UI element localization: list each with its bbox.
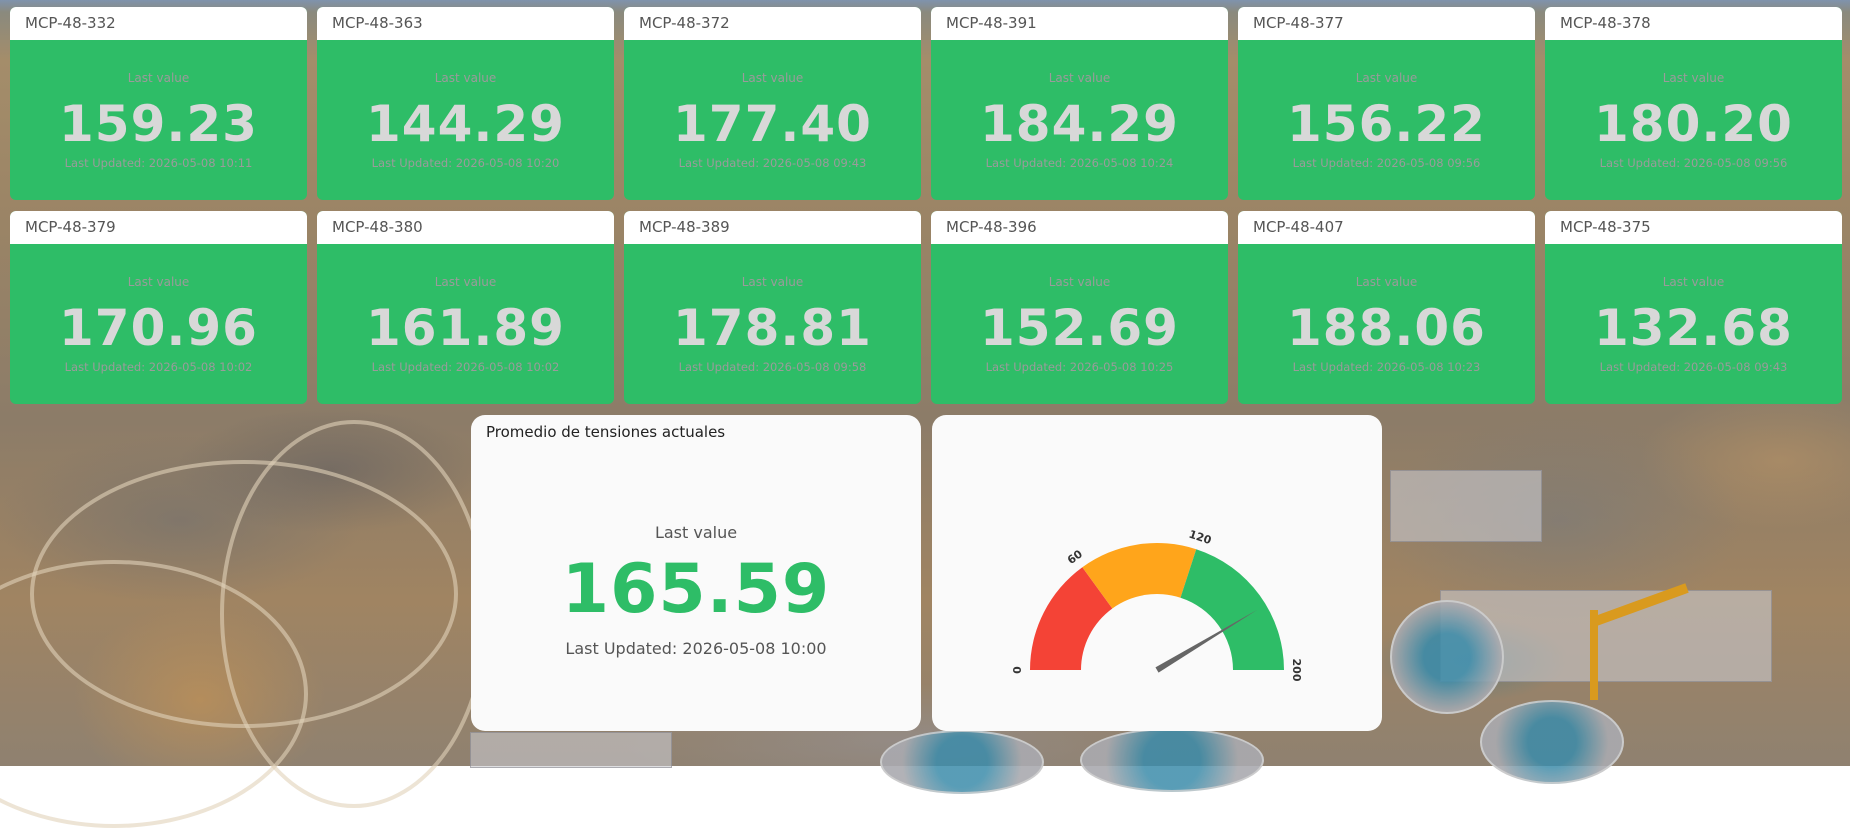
last-value-caption: Last value [1048,71,1111,85]
last-updated-text: Last Updated: 2026-05-08 09:43 [1599,360,1788,374]
sensor-value: 184.29 [980,95,1179,153]
average-voltage-panel: Promedio de tensiones actuales Last valu… [471,415,921,731]
gauge-panel: 0 60 120 200 [932,415,1382,731]
sensor-value: 152.69 [980,299,1179,357]
gauge-tick-label: 60 [1065,547,1085,567]
last-updated-text: Last Updated: 2026-05-08 10:00 [565,639,827,658]
sensor-tile[interactable]: MCP-48-378 Last value 180.20 Last Updated: … [1545,7,1842,200]
last-updated-text: Last Updated: 2026-05-08 10:25 [985,360,1174,374]
last-value-caption: Last value [654,523,738,542]
gauge-tick-label: 120 [1187,528,1213,548]
tile-title: MCP-48-375 [1545,211,1842,244]
sensor-value: 161.89 [366,299,565,357]
tile-title: MCP-48-396 [931,211,1228,244]
last-updated-text: Last Updated: 2026-05-08 09:43 [678,156,867,170]
tile-title: MCP-48-372 [624,7,921,40]
last-updated-text: Last Updated: 2026-05-08 10:23 [1292,360,1481,374]
last-updated-text: Last Updated: 2026-05-08 09:56 [1599,156,1788,170]
sensor-value: 159.23 [59,95,258,153]
last-value-caption: Last value [741,71,804,85]
tile-title: MCP-48-391 [931,7,1228,40]
sensor-value: 156.22 [1287,95,1486,153]
sensor-value: 144.29 [366,95,565,153]
average-value: 165.59 [561,550,831,629]
sensor-tile[interactable]: MCP-48-407 Last value 188.06 Last Updated: … [1238,211,1535,404]
sensor-tile[interactable]: MCP-48-372 Last value 177.40 Last Updated: … [624,7,921,200]
sensor-tile[interactable]: MCP-48-379 Last value 170.96 Last Updated: … [10,211,307,404]
last-value-caption: Last value [1355,275,1418,289]
background-tank [880,730,1044,794]
sensor-value: 178.81 [673,299,872,357]
sensor-tile[interactable]: MCP-48-380 Last value 161.89 Last Updated: … [317,211,614,404]
last-updated-text: Last Updated: 2026-05-08 09:58 [678,360,867,374]
background-crane [1590,610,1598,700]
last-updated-text: Last Updated: 2026-05-08 10:02 [371,360,560,374]
last-value-caption: Last value [127,71,190,85]
background-road [220,420,488,808]
last-value-caption: Last value [1355,71,1418,85]
last-updated-text: Last Updated: 2026-05-08 10:11 [64,156,253,170]
gauge-chart: 0 60 120 200 [1011,528,1303,682]
sensor-tile[interactable]: MCP-48-389 Last value 178.81 Last Updated: … [624,211,921,404]
sensor-tile[interactable]: MCP-48-363 Last value 144.29 Last Updated: … [317,7,614,200]
last-updated-text: Last Updated: 2026-05-08 09:56 [1292,156,1481,170]
last-updated-text: Last Updated: 2026-05-08 10:02 [64,360,253,374]
background-tank [1480,700,1624,784]
tile-title: MCP-48-380 [317,211,614,244]
sensor-value: 177.40 [673,95,872,153]
gauge-tick-label: 0 [1011,666,1024,674]
tile-title: MCP-48-332 [10,7,307,40]
last-updated-text: Last Updated: 2026-05-08 10:20 [371,156,560,170]
background-building [1390,470,1542,542]
last-value-caption: Last value [434,71,497,85]
sensor-value: 180.20 [1594,95,1793,153]
background-tank [1390,600,1504,714]
last-value-caption: Last value [1662,71,1725,85]
sensor-tile[interactable]: MCP-48-375 Last value 132.68 Last Updated: … [1545,211,1842,404]
background-building [470,732,672,768]
last-updated-text: Last Updated: 2026-05-08 10:24 [985,156,1174,170]
background-tank [1080,728,1264,792]
sensor-tile[interactable]: MCP-48-396 Last value 152.69 Last Updated: … [931,211,1228,404]
gauge-band-2 [1180,549,1284,670]
sensor-value: 188.06 [1287,299,1486,357]
tile-title: MCP-48-379 [10,211,307,244]
last-value-caption: Last value [741,275,804,289]
last-value-caption: Last value [1662,275,1725,289]
sensor-tile[interactable]: MCP-48-332 Last value 159.23 Last Updated: … [10,7,307,200]
sensor-tile[interactable]: MCP-48-391 Last value 184.29 Last Updated: … [931,7,1228,200]
last-value-caption: Last value [434,275,497,289]
last-value-caption: Last value [127,275,190,289]
gauge-tick-label: 200 [1290,659,1303,682]
tile-title: MCP-48-363 [317,7,614,40]
sensor-tile[interactable]: MCP-48-377 Last value 156.22 Last Updated: … [1238,7,1535,200]
sensor-value: 170.96 [59,299,258,357]
tile-title: MCP-48-378 [1545,7,1842,40]
panel-title: Promedio de tensiones actuales [486,423,726,441]
tile-title: MCP-48-389 [624,211,921,244]
tile-title: MCP-48-377 [1238,7,1535,40]
last-value-caption: Last value [1048,275,1111,289]
sensor-value: 132.68 [1594,299,1793,357]
tile-title: MCP-48-407 [1238,211,1535,244]
